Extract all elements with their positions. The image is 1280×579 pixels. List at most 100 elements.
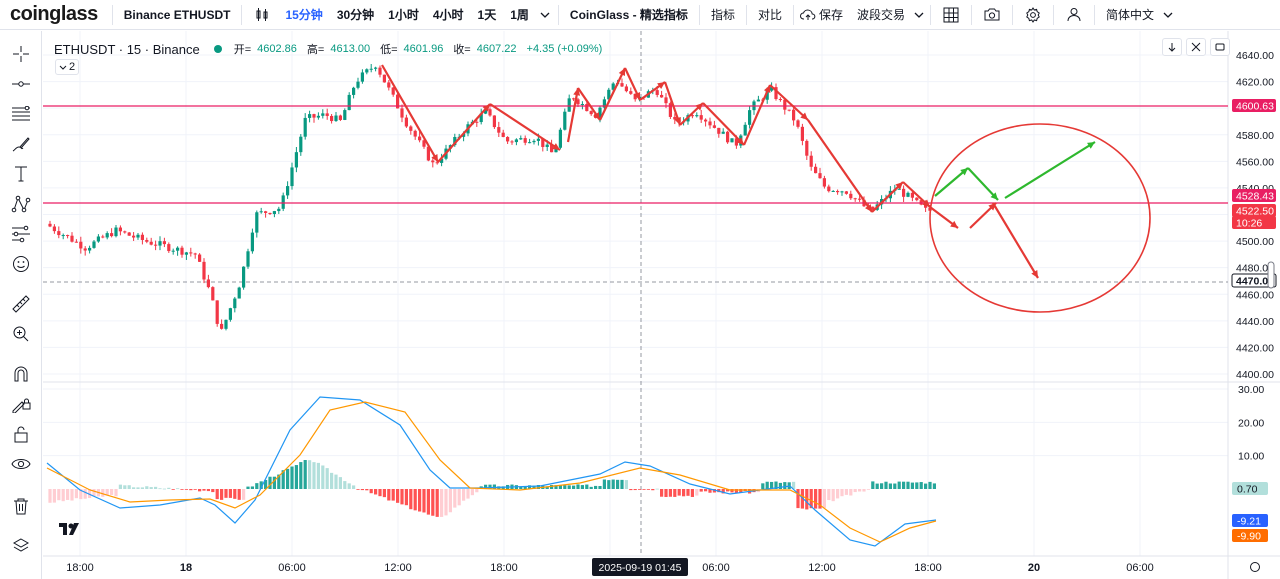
macd-hist-bar (202, 489, 206, 491)
candle-body (316, 115, 320, 118)
macd-hist-bar (594, 485, 598, 489)
macd-hist-bar (61, 489, 65, 502)
macd-hist-bar (884, 481, 888, 489)
time-tick-label: 12:00 (808, 562, 836, 574)
macd-hist-bar (228, 489, 232, 498)
low-value: 4601.96 (403, 43, 444, 55)
candle-body (523, 138, 527, 143)
candle-body (52, 226, 56, 232)
candle-body (149, 241, 153, 245)
macd-hist-bar (171, 489, 175, 490)
candle-body (114, 227, 118, 237)
tradingview-logo[interactable] (58, 522, 86, 542)
macd-hist-bar (580, 485, 584, 489)
candle-body (814, 166, 818, 174)
macd-hist-bar (374, 489, 378, 495)
wave-arrow (381, 64, 439, 163)
macd-hist-bar (391, 489, 395, 501)
candle-body (510, 141, 514, 143)
macd-hist-bar (57, 489, 61, 501)
candle-body (431, 160, 435, 163)
macd-hist-bar (193, 489, 197, 490)
macd-hist-bar (642, 489, 646, 490)
candle-body (805, 140, 809, 156)
macd-hist-bar (325, 468, 329, 489)
candle-body (695, 115, 699, 117)
macd-hist-bar (140, 487, 144, 489)
macd-hist-bar (176, 488, 180, 490)
candle-body (563, 111, 567, 130)
candle-body (277, 208, 281, 212)
macd-hist-bar (616, 479, 620, 489)
candle-body (620, 83, 624, 87)
candle-body (475, 121, 479, 123)
candle-body (629, 91, 633, 94)
macd-hist-bar (853, 489, 857, 493)
candle-body (250, 232, 254, 252)
candle-body (356, 81, 360, 88)
candle-body (215, 300, 219, 324)
macd-hist-bar (52, 489, 56, 503)
close-pane-button[interactable] (1186, 38, 1206, 56)
candle-body (140, 234, 144, 240)
macd-hist-bar (814, 489, 818, 509)
macd-hist-bar (677, 489, 681, 496)
candle-body (70, 235, 74, 242)
macd-hist-bar (646, 489, 650, 490)
macd-hist-bar (396, 489, 400, 503)
macd-hist-bar (422, 489, 426, 513)
macd-hist-bar (356, 489, 360, 490)
candle-body (330, 115, 334, 122)
macd-hist-bar (849, 489, 853, 496)
macd-hist-bar (316, 462, 320, 489)
macd-label-text: 0.70 (1237, 484, 1258, 496)
close-label: 收= (453, 44, 471, 56)
macd-hist-bar (765, 481, 769, 489)
macd-hist-bar (242, 489, 246, 500)
candle-body (840, 191, 844, 193)
candle-body (105, 233, 109, 238)
macd-hist-bar (299, 462, 303, 489)
time-tick-label: 06:00 (1126, 562, 1154, 574)
macd-hist-bar (312, 462, 316, 489)
candle-body (902, 188, 906, 197)
change-value: +4.35 (+0.09%) (526, 43, 603, 55)
macd-hist-bar (431, 489, 435, 516)
macd-hist-bar (343, 481, 347, 489)
maximize-pane-button[interactable] (1210, 38, 1230, 56)
candle-body (743, 124, 747, 136)
indicator-collapse-button[interactable]: 2 (55, 59, 79, 75)
macd-hist-bar (470, 489, 474, 496)
candle-body (57, 231, 61, 236)
candle-body (655, 90, 659, 95)
macd-hist-bar (620, 479, 624, 489)
scroll-down-button[interactable] (1162, 38, 1182, 56)
macd-hist-bar (66, 489, 70, 500)
candle-body (717, 127, 721, 134)
macd-hist-bar (215, 489, 219, 500)
candle-body (308, 114, 312, 118)
macd-hist-bar (598, 486, 602, 489)
macd-hist-bar (400, 489, 404, 505)
macd-hist-bar (880, 483, 884, 489)
candle-body (915, 197, 919, 201)
time-tick-label: 18:00 (914, 562, 942, 574)
macd-hist-bar (906, 481, 910, 489)
candle-body (488, 109, 492, 116)
candle-body (796, 120, 800, 127)
macd-hist-bar (633, 489, 637, 491)
macd-hist-bar (308, 460, 312, 489)
close-value: 4607.22 (476, 43, 517, 55)
candle-body (299, 136, 303, 153)
macd-hist-bar (444, 489, 448, 516)
macd-hist-bar (334, 474, 338, 489)
open-label: 开= (233, 44, 252, 56)
price-chart[interactable]: 4640.004620.004600.004580.004560.004540.… (0, 0, 1280, 579)
candle-body (198, 254, 202, 262)
candle-body (589, 111, 593, 115)
candle-body (580, 104, 584, 106)
candle-body (783, 99, 787, 110)
macd-hist-bar (48, 489, 52, 503)
macd-hist-bar (655, 488, 659, 490)
candle-body (382, 74, 386, 83)
